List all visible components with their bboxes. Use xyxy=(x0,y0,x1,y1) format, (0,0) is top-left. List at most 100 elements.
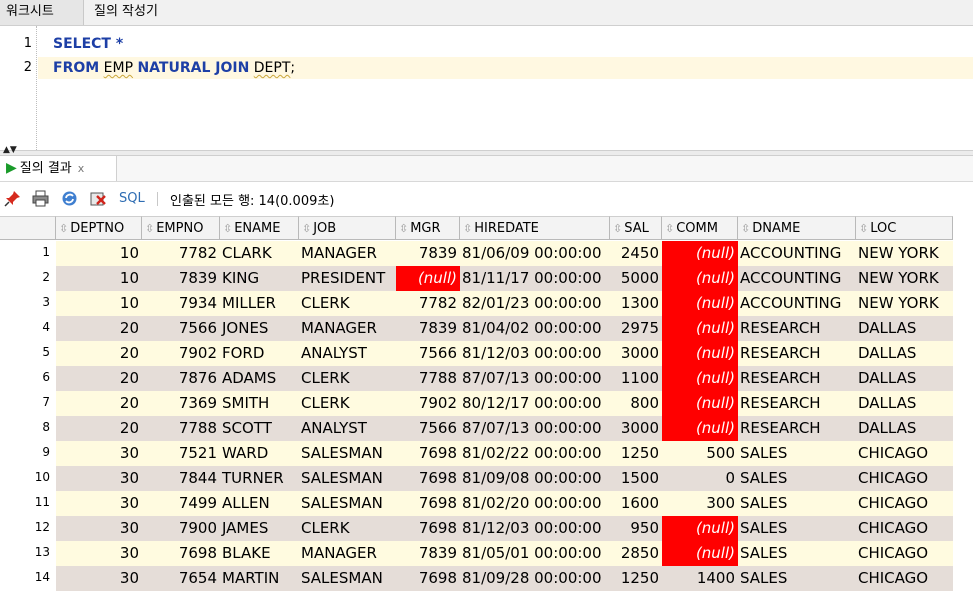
cell-deptno[interactable]: 10 xyxy=(56,241,142,266)
cell-sal[interactable]: 1600 xyxy=(610,491,662,516)
cell-comm[interactable]: (null) xyxy=(662,416,738,441)
cell-comm[interactable]: (null) xyxy=(662,291,738,316)
cell-ename[interactable]: WARD xyxy=(220,441,299,466)
cell-ename[interactable]: BLAKE xyxy=(220,541,299,566)
cell-mgr[interactable]: 7782 xyxy=(396,291,460,316)
cell-empno[interactable]: 7566 xyxy=(142,316,220,341)
cell-job[interactable]: CLERK xyxy=(299,391,396,416)
cell-loc[interactable]: DALLAS xyxy=(856,416,953,441)
cell-deptno[interactable]: 20 xyxy=(56,391,142,416)
sort-icon[interactable]: ⇳ xyxy=(613,222,622,235)
cell-dname[interactable]: SALES xyxy=(738,441,856,466)
cell-sal[interactable]: 950 xyxy=(610,516,662,541)
cell-ename[interactable]: JAMES xyxy=(220,516,299,541)
cell-comm[interactable]: 0 xyxy=(662,466,738,491)
cell-ename[interactable]: ADAMS xyxy=(220,366,299,391)
sort-icon[interactable]: ⇳ xyxy=(399,222,408,235)
cell-dname[interactable]: SALES xyxy=(738,466,856,491)
cell-mgr[interactable]: 7698 xyxy=(396,441,460,466)
row-number[interactable]: 9 xyxy=(0,441,56,466)
column-header-hiredate[interactable]: ⇳ HIREDATE xyxy=(460,216,610,240)
editor-line-2[interactable]: FROM EMP NATURAL JOIN DEPT; xyxy=(38,57,973,79)
cell-deptno[interactable]: 30 xyxy=(56,516,142,541)
cell-deptno[interactable]: 10 xyxy=(56,266,142,291)
cell-hiredate[interactable]: 81/12/03 00:00:00 xyxy=(460,341,610,366)
cell-comm[interactable]: (null) xyxy=(662,391,738,416)
cell-comm[interactable]: (null) xyxy=(662,241,738,266)
cell-deptno[interactable]: 30 xyxy=(56,491,142,516)
cell-hiredate[interactable]: 81/12/03 00:00:00 xyxy=(460,516,610,541)
cell-loc[interactable]: CHICAGO xyxy=(856,441,953,466)
cell-ename[interactable]: FORD xyxy=(220,341,299,366)
cell-deptno[interactable]: 20 xyxy=(56,366,142,391)
cell-mgr[interactable]: 7698 xyxy=(396,466,460,491)
cell-job[interactable]: SALESMAN xyxy=(299,566,396,591)
cell-hiredate[interactable]: 82/01/23 00:00:00 xyxy=(460,291,610,316)
row-number[interactable]: 14 xyxy=(0,566,56,591)
cell-sal[interactable]: 2975 xyxy=(610,316,662,341)
cell-dname[interactable]: SALES xyxy=(738,491,856,516)
cell-ename[interactable]: JONES xyxy=(220,316,299,341)
cell-empno[interactable]: 7521 xyxy=(142,441,220,466)
row-number[interactable]: 6 xyxy=(0,366,56,391)
cell-empno[interactable]: 7902 xyxy=(142,341,220,366)
cell-dname[interactable]: RESEARCH xyxy=(738,416,856,441)
cell-loc[interactable]: DALLAS xyxy=(856,391,953,416)
cell-dname[interactable]: ACCOUNTING xyxy=(738,241,856,266)
cell-dname[interactable]: ACCOUNTING xyxy=(738,266,856,291)
cell-deptno[interactable]: 20 xyxy=(56,341,142,366)
sql-button[interactable]: SQL xyxy=(119,191,145,206)
cell-job[interactable]: SALESMAN xyxy=(299,491,396,516)
column-header-dname[interactable]: ⇳ DNAME xyxy=(738,216,856,240)
cell-empno[interactable]: 7369 xyxy=(142,391,220,416)
cell-comm[interactable]: (null) xyxy=(662,366,738,391)
cell-empno[interactable]: 7782 xyxy=(142,241,220,266)
cell-mgr[interactable]: 7698 xyxy=(396,516,460,541)
cell-empno[interactable]: 7876 xyxy=(142,366,220,391)
cell-mgr[interactable]: 7839 xyxy=(396,316,460,341)
cell-mgr[interactable]: 7839 xyxy=(396,541,460,566)
cell-sal[interactable]: 800 xyxy=(610,391,662,416)
row-number[interactable]: 8 xyxy=(0,416,56,441)
cell-sal[interactable]: 5000 xyxy=(610,266,662,291)
cell-job[interactable]: ANALYST xyxy=(299,341,396,366)
cell-dname[interactable]: RESEARCH xyxy=(738,391,856,416)
sort-icon[interactable]: ⇳ xyxy=(145,222,154,235)
cell-comm[interactable]: (null) xyxy=(662,516,738,541)
cell-deptno[interactable]: 20 xyxy=(56,416,142,441)
cell-hiredate[interactable]: 81/04/02 00:00:00 xyxy=(460,316,610,341)
cell-hiredate[interactable]: 87/07/13 00:00:00 xyxy=(460,416,610,441)
cell-comm[interactable]: (null) xyxy=(662,341,738,366)
tab-query-result[interactable]: ▶ 질의 결과 x xyxy=(0,156,117,181)
refresh-sql-icon[interactable] xyxy=(61,190,78,207)
pin-icon[interactable] xyxy=(4,190,21,207)
cell-dname[interactable]: ACCOUNTING xyxy=(738,291,856,316)
cell-loc[interactable]: CHICAGO xyxy=(856,566,953,591)
sort-icon[interactable]: ⇳ xyxy=(741,222,750,235)
splitter-arrows-icon[interactable]: ▲▼ xyxy=(3,146,17,155)
cell-job[interactable]: MANAGER xyxy=(299,241,396,266)
cell-empno[interactable]: 7900 xyxy=(142,516,220,541)
cell-job[interactable]: ANALYST xyxy=(299,416,396,441)
cell-ename[interactable]: MILLER xyxy=(220,291,299,316)
cell-mgr[interactable]: 7839 xyxy=(396,241,460,266)
row-number[interactable]: 13 xyxy=(0,541,56,566)
tab-worksheet[interactable]: 워크시트 xyxy=(0,0,84,25)
cell-comm[interactable]: 300 xyxy=(662,491,738,516)
cell-loc[interactable]: DALLAS xyxy=(856,341,953,366)
cell-comm[interactable]: (null) xyxy=(662,266,738,291)
column-header-loc[interactable]: ⇳ LOC xyxy=(856,216,953,240)
cell-job[interactable]: SALESMAN xyxy=(299,441,396,466)
cell-ename[interactable]: SMITH xyxy=(220,391,299,416)
cell-hiredate[interactable]: 81/05/01 00:00:00 xyxy=(460,541,610,566)
row-number[interactable]: 7 xyxy=(0,391,56,416)
cell-mgr[interactable]: 7566 xyxy=(396,416,460,441)
row-number[interactable]: 11 xyxy=(0,491,56,516)
cell-deptno[interactable]: 10 xyxy=(56,291,142,316)
sql-editor[interactable]: 1 2 SELECT * FROM EMP NATURAL JOIN DEPT; xyxy=(0,26,973,150)
column-header-job[interactable]: ⇳ JOB xyxy=(299,216,396,240)
cell-sal[interactable]: 1250 xyxy=(610,441,662,466)
cell-loc[interactable]: NEW YORK xyxy=(856,266,953,291)
tab-query-builder[interactable]: 질의 작성기 xyxy=(88,0,164,25)
cell-ename[interactable]: ALLEN xyxy=(220,491,299,516)
